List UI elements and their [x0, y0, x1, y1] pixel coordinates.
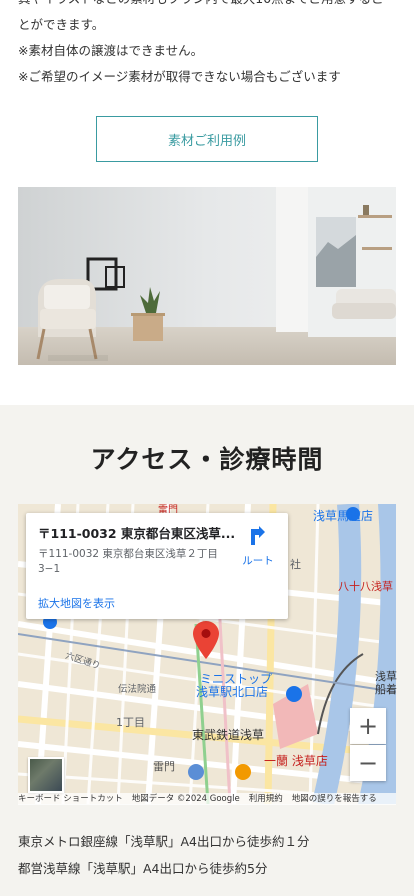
map-card-title: 〒111-0032 東京都台東区浅草...: [38, 526, 236, 541]
interior-photo: [18, 187, 396, 365]
route-label: ルート: [242, 555, 274, 567]
route-button[interactable]: ルート: [234, 525, 282, 568]
transit-info: 東京メトロ銀座線「浅草駅」A4出口から徒歩約１分 都営浅草線「浅草駅」A4出口か…: [18, 828, 310, 882]
map-pin-icon: [193, 621, 219, 659]
map-label: 雷門: [153, 760, 175, 773]
map-label: 東武鉄道浅草: [192, 728, 265, 742]
terms-link[interactable]: 利用規約: [249, 794, 283, 804]
map-label: 八十八浅草: [338, 580, 393, 593]
map-info-card: 〒111-0032 東京都台東区浅草... 〒111-0032 東京都台東区浅草…: [26, 513, 288, 619]
intro-line: ※素材自体の譲渡はできません。: [18, 43, 204, 58]
intro-text: 真やイラストなどの素材もプラン内で最大10点までご用意するこ とができます。 ※…: [18, 0, 398, 90]
map-label: 伝法院通: [118, 684, 157, 695]
map-card-address: 〒111-0032 東京都台東区浅草２丁目3−1: [38, 548, 218, 575]
map-attribution: キーボード ショートカット 地図データ ©2024 Google 利用規約 地図の誤り…: [18, 793, 396, 805]
intro-line: とができます。: [18, 17, 105, 32]
keyboard-shortcuts-link[interactable]: キーボード ショートカット: [18, 794, 123, 804]
map-label: 浅草馬道店: [313, 509, 374, 523]
satellite-toggle-thumbnail[interactable]: [28, 757, 64, 793]
map-label: 船着: [375, 683, 397, 696]
transit-line: 東京メトロ銀座線「浅草駅」A4出口から徒歩約１分: [18, 834, 310, 849]
zoom-in-button[interactable]: +: [350, 708, 386, 744]
intro-line: ※ご希望のイメージ素材が取得できない場合もございます: [18, 69, 341, 84]
zoom-out-button[interactable]: −: [350, 745, 386, 781]
map-data-credit: 地図データ ©2024 Google: [131, 794, 240, 804]
access-title: アクセス・診療時間: [90, 445, 324, 474]
transit-line: 都営浅草線「浅草駅」A4出口から徒歩約5分: [18, 861, 268, 876]
map-label: 一蘭 浅草店: [264, 754, 328, 768]
map-label: 浅草駅北口店: [196, 685, 269, 699]
material-example-button[interactable]: 素材ご利用例: [96, 116, 318, 162]
report-error-link[interactable]: 地図の誤りを報告する: [292, 794, 377, 804]
enlarge-map-link[interactable]: 拡大地図を表示: [38, 595, 115, 611]
intro-line: 真やイラストなどの素材もプラン内で最大10点までご用意するこ: [18, 0, 398, 12]
map-label: 1丁目: [116, 716, 145, 729]
directions-icon: [251, 526, 265, 545]
map-label: 社: [290, 558, 301, 571]
